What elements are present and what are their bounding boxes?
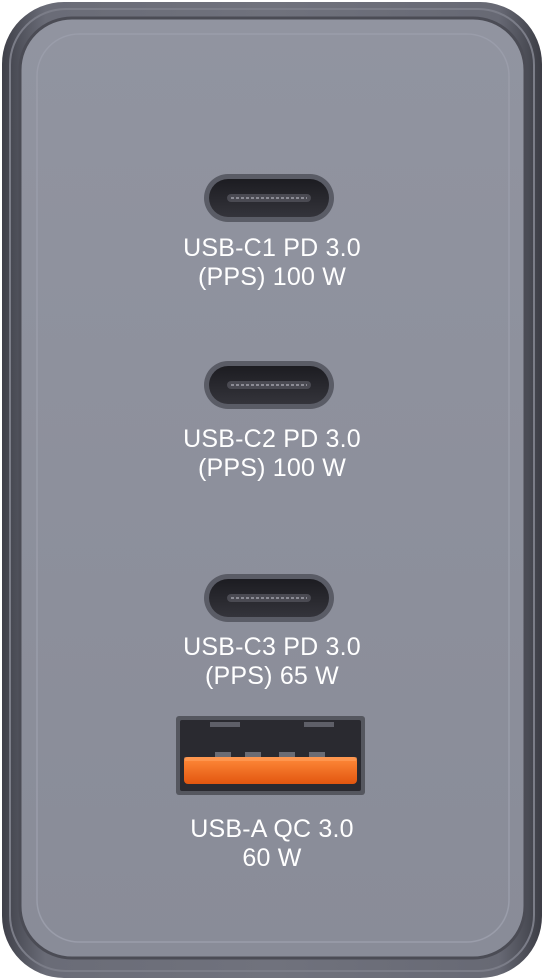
usb-c2-label-line1: USB-C2 PD 3.0 bbox=[183, 425, 361, 453]
usb-c1-label-line1: USB-C1 PD 3.0 bbox=[183, 234, 361, 262]
usb-a-label: USB-A QC 3.0 60 W bbox=[0, 815, 544, 873]
usb-a-label-line2: 60 W bbox=[242, 844, 302, 872]
usb-c2-label-line2: (PPS) 100 W bbox=[197, 454, 347, 482]
usb-c3-label-line1: USB-C3 PD 3.0 bbox=[183, 633, 361, 661]
usb-c1-port-icon bbox=[204, 174, 334, 222]
usb-a-port-icon bbox=[176, 716, 365, 795]
usb-c2-port-icon bbox=[204, 361, 334, 409]
usb-c3-label: USB-C3 PD 3.0 (PPS) 65 W bbox=[0, 633, 544, 691]
usb-c1-label-line2: (PPS) 100 W bbox=[197, 263, 347, 291]
usb-c3-label-line2: (PPS) 65 W bbox=[205, 662, 339, 690]
usb-c2-label: USB-C2 PD 3.0 (PPS) 100 W bbox=[0, 425, 544, 483]
usb-c3-port-icon bbox=[204, 574, 334, 622]
usb-c1-label: USB-C1 PD 3.0 (PPS) 100 W bbox=[0, 234, 544, 292]
usb-a-label-line1: USB-A QC 3.0 bbox=[190, 815, 354, 843]
